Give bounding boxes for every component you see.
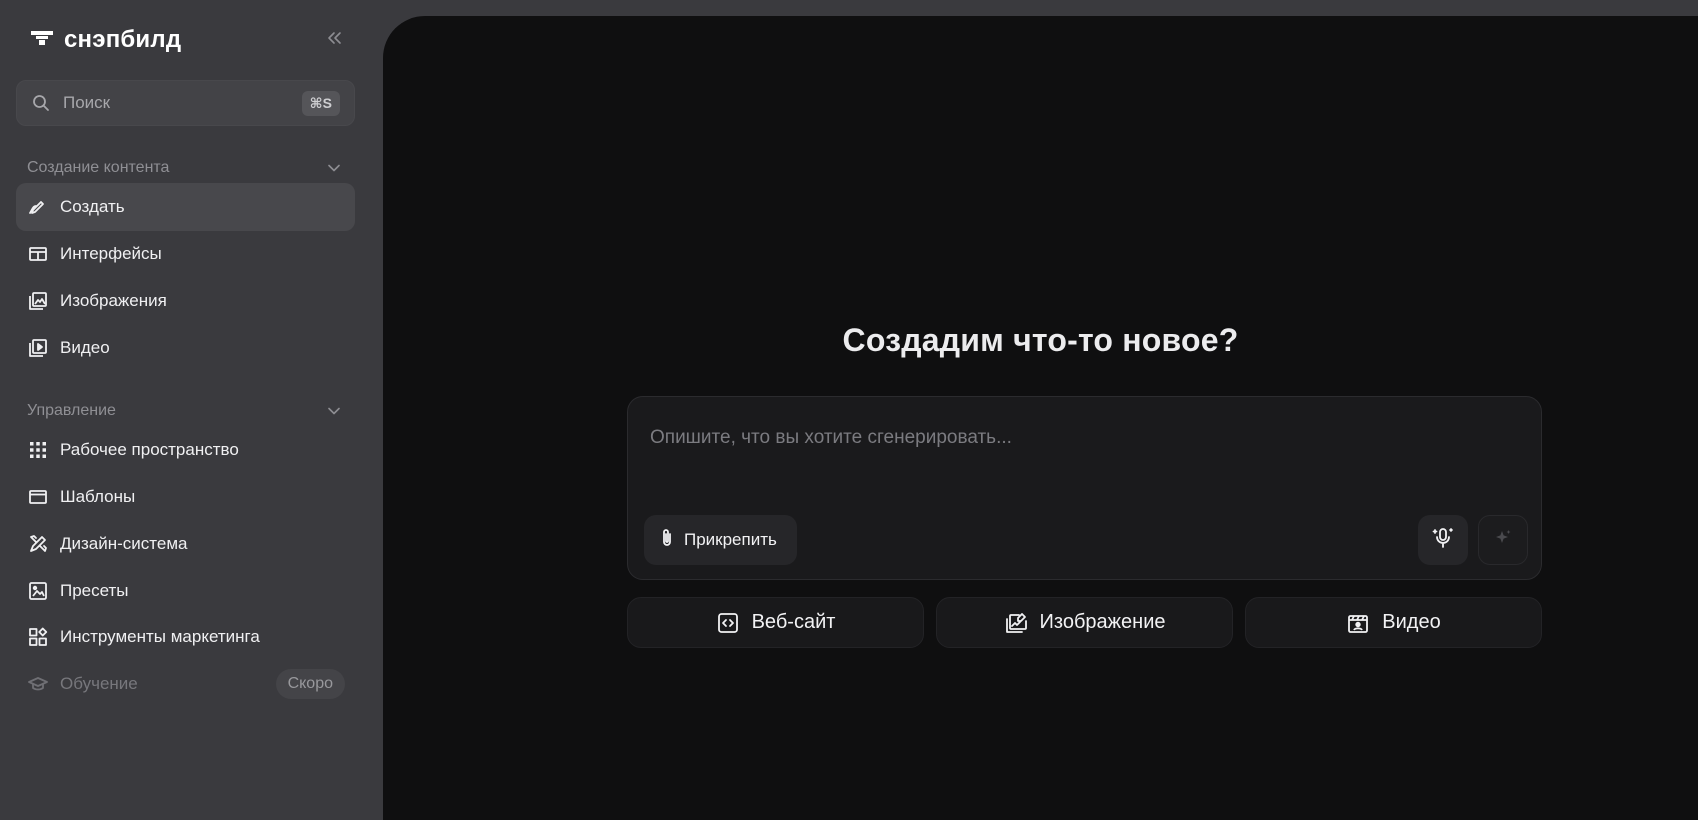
quick-action-label: Видео <box>1382 611 1441 633</box>
collapse-sidebar-button[interactable] <box>322 28 346 52</box>
brand[interactable]: снэпбилд <box>30 26 181 54</box>
prompt-composer: Опишите, что вы хотите сгенерировать... … <box>627 396 1542 580</box>
enhance-prompt-button[interactable] <box>1478 515 1528 565</box>
sidebar-item-video[interactable]: Видео <box>16 324 355 372</box>
sidebar-item-label: Изображения <box>60 291 167 310</box>
quick-action-image[interactable]: Изображение <box>936 597 1233 648</box>
sidebar-item-label: Обучение <box>60 674 138 693</box>
quick-action-website[interactable]: Веб-сайт <box>627 597 924 648</box>
image-icon <box>28 581 48 601</box>
brand-logo-icon <box>30 30 54 51</box>
prompt-input[interactable]: Опишите, что вы хотите сгенерировать... <box>650 427 1510 449</box>
quick-action-label: Веб-сайт <box>751 611 836 633</box>
double-chevron-left-icon <box>326 31 342 50</box>
browser-window-icon <box>28 487 48 507</box>
coming-soon-badge: Скоро <box>275 669 345 699</box>
attach-button-label: Прикрепить <box>684 530 777 549</box>
sidebar-item-label: Видео <box>60 338 110 357</box>
app-window: снэпбилд Поиск ⌘S Создание контента Созд… <box>0 0 1698 820</box>
video-library-icon <box>28 338 48 358</box>
chevron-down-icon <box>327 161 341 175</box>
sidebar-item-presets[interactable]: Пресеты <box>16 567 355 615</box>
sidebar-item-label: Инструменты маркетинга <box>60 627 260 646</box>
voice-input-button[interactable] <box>1418 515 1468 565</box>
sidebar-item-design-system[interactable]: Дизайн-система <box>16 520 355 568</box>
search-input[interactable]: Поиск ⌘S <box>16 80 355 126</box>
section-title: Управление <box>27 402 116 419</box>
attach-button[interactable]: Прикрепить <box>644 515 797 565</box>
images-icon <box>28 291 48 311</box>
sidebar-item-marketing-tools[interactable]: Инструменты маркетинга <box>16 613 355 661</box>
sidebar-item-create[interactable]: Создать <box>16 183 355 231</box>
sidebar-item-learning: Обучение Скоро <box>16 660 355 708</box>
sidebar-item-workspace[interactable]: Рабочее пространство <box>16 426 355 474</box>
sidebar-item-images[interactable]: Изображения <box>16 277 355 325</box>
apps-icon <box>28 627 48 647</box>
section-header-management[interactable]: Управление <box>27 399 347 423</box>
graduation-cap-icon <box>28 674 48 694</box>
search-icon <box>31 93 51 113</box>
sidebar-item-label: Интерфейсы <box>60 244 162 263</box>
brand-name: снэпбилд <box>64 26 182 53</box>
image-edit-icon <box>1004 611 1028 635</box>
microphone-sparkle-icon <box>1432 526 1454 555</box>
sidebar-item-label: Шаблоны <box>60 487 136 506</box>
sparkle-icon <box>1493 528 1513 553</box>
chevron-down-icon <box>327 404 341 418</box>
page-title: Создадим что-то новое? <box>842 322 1239 358</box>
layout-icon <box>28 244 48 264</box>
search-shortcut-badge: ⌘S <box>301 90 340 116</box>
sidebar-item-label: Дизайн-система <box>60 534 188 553</box>
paperclip-icon <box>660 528 674 553</box>
sidebar-item-interfaces[interactable]: Интерфейсы <box>16 230 355 278</box>
main-content: Создадим что-то новое? Опишите, что вы х… <box>383 16 1698 820</box>
search-placeholder: Поиск <box>63 93 111 112</box>
sidebar-item-label: Рабочее пространство <box>60 440 239 459</box>
section-header-content-creation[interactable]: Создание контента <box>27 156 347 180</box>
quick-action-video[interactable]: Видео <box>1245 597 1542 648</box>
quick-action-label: Изображение <box>1039 611 1166 633</box>
section-title: Создание контента <box>27 159 170 176</box>
pen-icon <box>28 197 48 217</box>
code-icon <box>716 611 740 635</box>
design-tools-icon <box>28 534 48 554</box>
grid-dots-icon <box>28 440 48 460</box>
sidebar: снэпбилд Поиск ⌘S Создание контента Созд… <box>0 0 383 820</box>
sidebar-item-label: Создать <box>60 197 125 216</box>
sidebar-item-templates[interactable]: Шаблоны <box>16 473 355 521</box>
clapperboard-icon <box>1346 611 1370 635</box>
sidebar-item-label: Пресеты <box>60 581 129 600</box>
